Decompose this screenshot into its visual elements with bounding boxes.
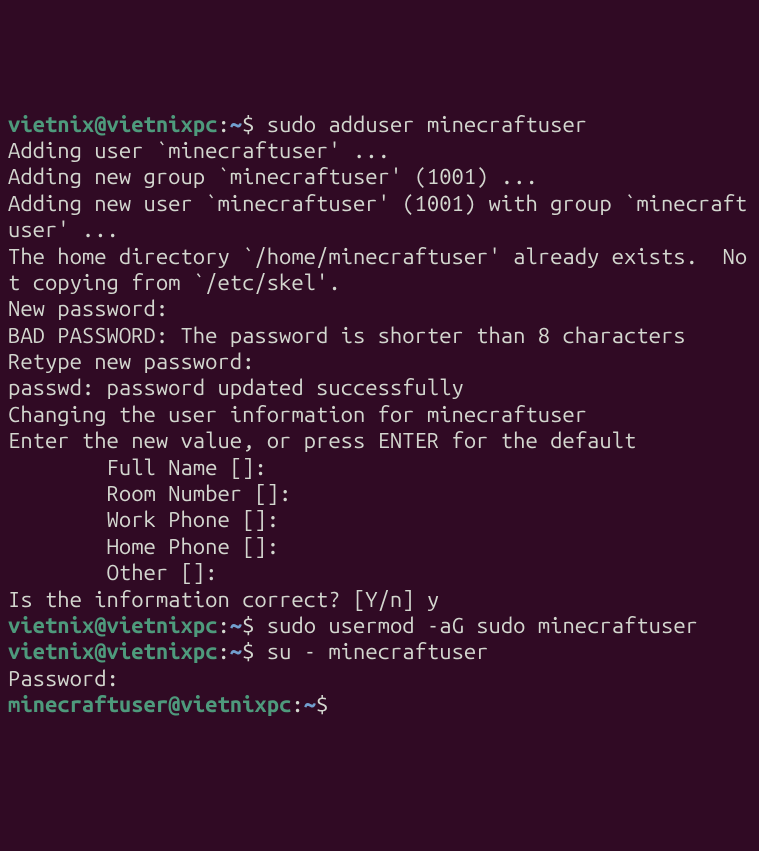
command-1: sudo adduser minecraftuser [267, 112, 587, 137]
output-line: Room Number []: [8, 481, 751, 507]
output-line: passwd: password updated successfully [8, 375, 751, 401]
output-line: Adding new group `minecraftuser' (1001) … [8, 164, 751, 190]
path-4: ~ [304, 692, 316, 717]
prompt-line-4: minecraftuser@vietnixpc:~$ [8, 692, 751, 718]
symbol-3: $ [242, 639, 254, 664]
output-line: New password: [8, 296, 751, 322]
output-line: Is the information correct? [Y/n] y [8, 587, 751, 613]
output-line: Enter the new value, or press ENTER for … [8, 428, 751, 454]
output-line: Full Name []: [8, 455, 751, 481]
prompt-line-3: vietnix@vietnixpc:~$ su - minecraftuser [8, 639, 751, 665]
path-3: ~ [230, 639, 242, 664]
path-1: ~ [230, 112, 242, 137]
output-line: Adding new user `minecraftuser' (1001) w… [8, 191, 751, 244]
prompt-line-1: vietnix@vietnixpc:~$ sudo adduser minecr… [8, 112, 751, 138]
terminal-window[interactable]: vietnix@vietnixpc:~$ sudo adduser minecr… [8, 112, 751, 719]
symbol-4: $ [316, 692, 328, 717]
output-line: Home Phone []: [8, 534, 751, 560]
path-2: ~ [230, 613, 242, 638]
user-host-4: minecraftuser@vietnixpc [8, 692, 291, 717]
command-2: sudo usermod -aG sudo minecraftuser [267, 613, 698, 638]
output-line: Changing the user information for minecr… [8, 402, 751, 428]
output-line: Password: [8, 666, 751, 692]
output-line: Adding user `minecraftuser' ... [8, 138, 751, 164]
output-line: Work Phone []: [8, 507, 751, 533]
symbol-1: $ [242, 112, 254, 137]
prompt-line-2: vietnix@vietnixpc:~$ sudo usermod -aG su… [8, 613, 751, 639]
command-3: su - minecraftuser [267, 639, 489, 664]
output-line: BAD PASSWORD: The password is shorter th… [8, 323, 751, 349]
user-host-3: vietnix@vietnixpc [8, 639, 217, 664]
output-line: The home directory `/home/minecraftuser'… [8, 244, 751, 297]
output-line: Retype new password: [8, 349, 751, 375]
symbol-2: $ [242, 613, 254, 638]
user-host-1: vietnix@vietnixpc [8, 112, 217, 137]
output-line: Other []: [8, 560, 751, 586]
user-host-2: vietnix@vietnixpc [8, 613, 217, 638]
